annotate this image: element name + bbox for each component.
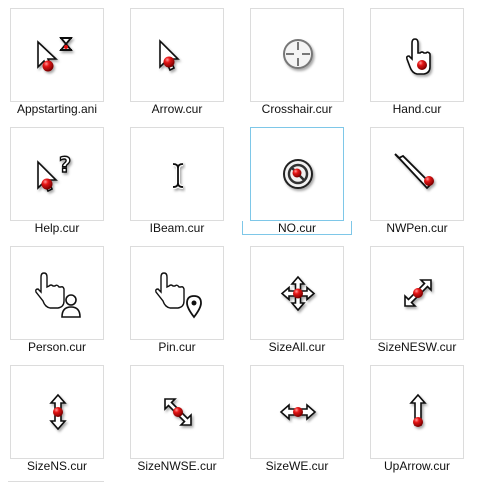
person-cursor-icon: [35, 272, 81, 318]
svg-text:?: ?: [59, 153, 71, 177]
help-cursor-icon: ?: [37, 152, 72, 193]
thumbnail[interactable]: [370, 246, 464, 340]
file-name-label: Crosshair.cur: [261, 102, 333, 116]
thumbnail[interactable]: [130, 246, 224, 340]
file-name-label: SizeNESW.cur: [377, 340, 457, 354]
file-item-no[interactable]: NO.cur: [240, 119, 360, 238]
thumbnail[interactable]: [130, 8, 224, 102]
thumbnail[interactable]: [370, 8, 464, 102]
file-name-label: Pin.cur: [158, 340, 196, 354]
thumbnail[interactable]: [10, 8, 104, 102]
file-item-nwpen[interactable]: NWPen.cur: [360, 119, 480, 238]
file-item-crosshair[interactable]: Crosshair.cur: [240, 0, 360, 119]
file-name-label: Help.cur: [34, 221, 80, 235]
no-cursor-icon: [283, 159, 313, 189]
file-name-label: SizeNS.cur: [26, 459, 88, 473]
hand-cursor-icon: [405, 38, 431, 75]
thumbnail[interactable]: [250, 8, 344, 102]
file-name-label: Hand.cur: [392, 102, 442, 116]
file-item-sizens[interactable]: SizeNS.cur: [0, 357, 120, 476]
file-item-sizenwse[interactable]: SizeNWSE.cur: [120, 357, 240, 476]
size-all-cursor-icon: [280, 275, 316, 312]
up-arrow-cursor-icon: [409, 393, 427, 427]
file-name-label: UpArrow.cur: [383, 459, 451, 473]
file-item-hand[interactable]: Hand.cur: [360, 0, 480, 119]
crosshair-cursor-icon: [283, 39, 313, 69]
arrow-cursor-icon: [159, 39, 180, 72]
cursor-file-grid: Appstarting.ani Arrow.cur Crosshair.cur …: [0, 0, 480, 486]
next-row-edge: [8, 481, 104, 487]
file-item-sizeall[interactable]: SizeAll.cur: [240, 238, 360, 357]
appstarting-cursor-icon: [37, 37, 73, 72]
thumbnail[interactable]: [130, 127, 224, 221]
file-item-help[interactable]: ? Help.cur: [0, 119, 120, 238]
thumbnail[interactable]: [10, 246, 104, 340]
file-item-sizenesw[interactable]: SizeNESW.cur: [360, 238, 480, 357]
file-name-label: SizeAll.cur: [268, 340, 326, 354]
file-item-arrow[interactable]: Arrow.cur: [120, 0, 240, 119]
file-name-label: IBeam.cur: [149, 221, 205, 235]
file-name-label: NWPen.cur: [386, 221, 448, 235]
pin-cursor-icon: [155, 272, 202, 319]
file-name-label: Appstarting.ani: [16, 102, 98, 116]
file-name-label: Person.cur: [27, 340, 87, 354]
file-name-label: SizeNWSE.cur: [137, 459, 217, 473]
size-nesw-cursor-icon: [404, 279, 432, 307]
file-item-uparrow[interactable]: UpArrow.cur: [360, 357, 480, 476]
thumbnail[interactable]: [250, 127, 344, 221]
thumbnail[interactable]: [250, 246, 344, 340]
size-ns-cursor-icon: [49, 393, 67, 431]
thumbnail[interactable]: [10, 365, 104, 459]
file-name-label: Arrow.cur: [151, 102, 203, 116]
thumbnail[interactable]: [370, 127, 464, 221]
file-item-appstarting[interactable]: Appstarting.ani: [0, 0, 120, 119]
file-name-label: SizeWE.cur: [265, 459, 329, 473]
size-nwse-cursor-icon: [164, 398, 192, 426]
file-name-label: NO.cur: [277, 221, 316, 235]
pen-cursor-icon: [394, 153, 434, 190]
file-item-sizewe[interactable]: SizeWE.cur: [240, 357, 360, 476]
file-item-person[interactable]: Person.cur: [0, 238, 120, 357]
thumbnail[interactable]: [370, 365, 464, 459]
file-item-pin[interactable]: Pin.cur: [120, 238, 240, 357]
size-we-cursor-icon: [279, 403, 317, 421]
thumbnail[interactable]: [130, 365, 224, 459]
ibeam-cursor-icon: [172, 162, 184, 189]
thumbnail[interactable]: ?: [10, 127, 104, 221]
thumbnail[interactable]: [250, 365, 344, 459]
file-item-ibeam[interactable]: IBeam.cur: [120, 119, 240, 238]
